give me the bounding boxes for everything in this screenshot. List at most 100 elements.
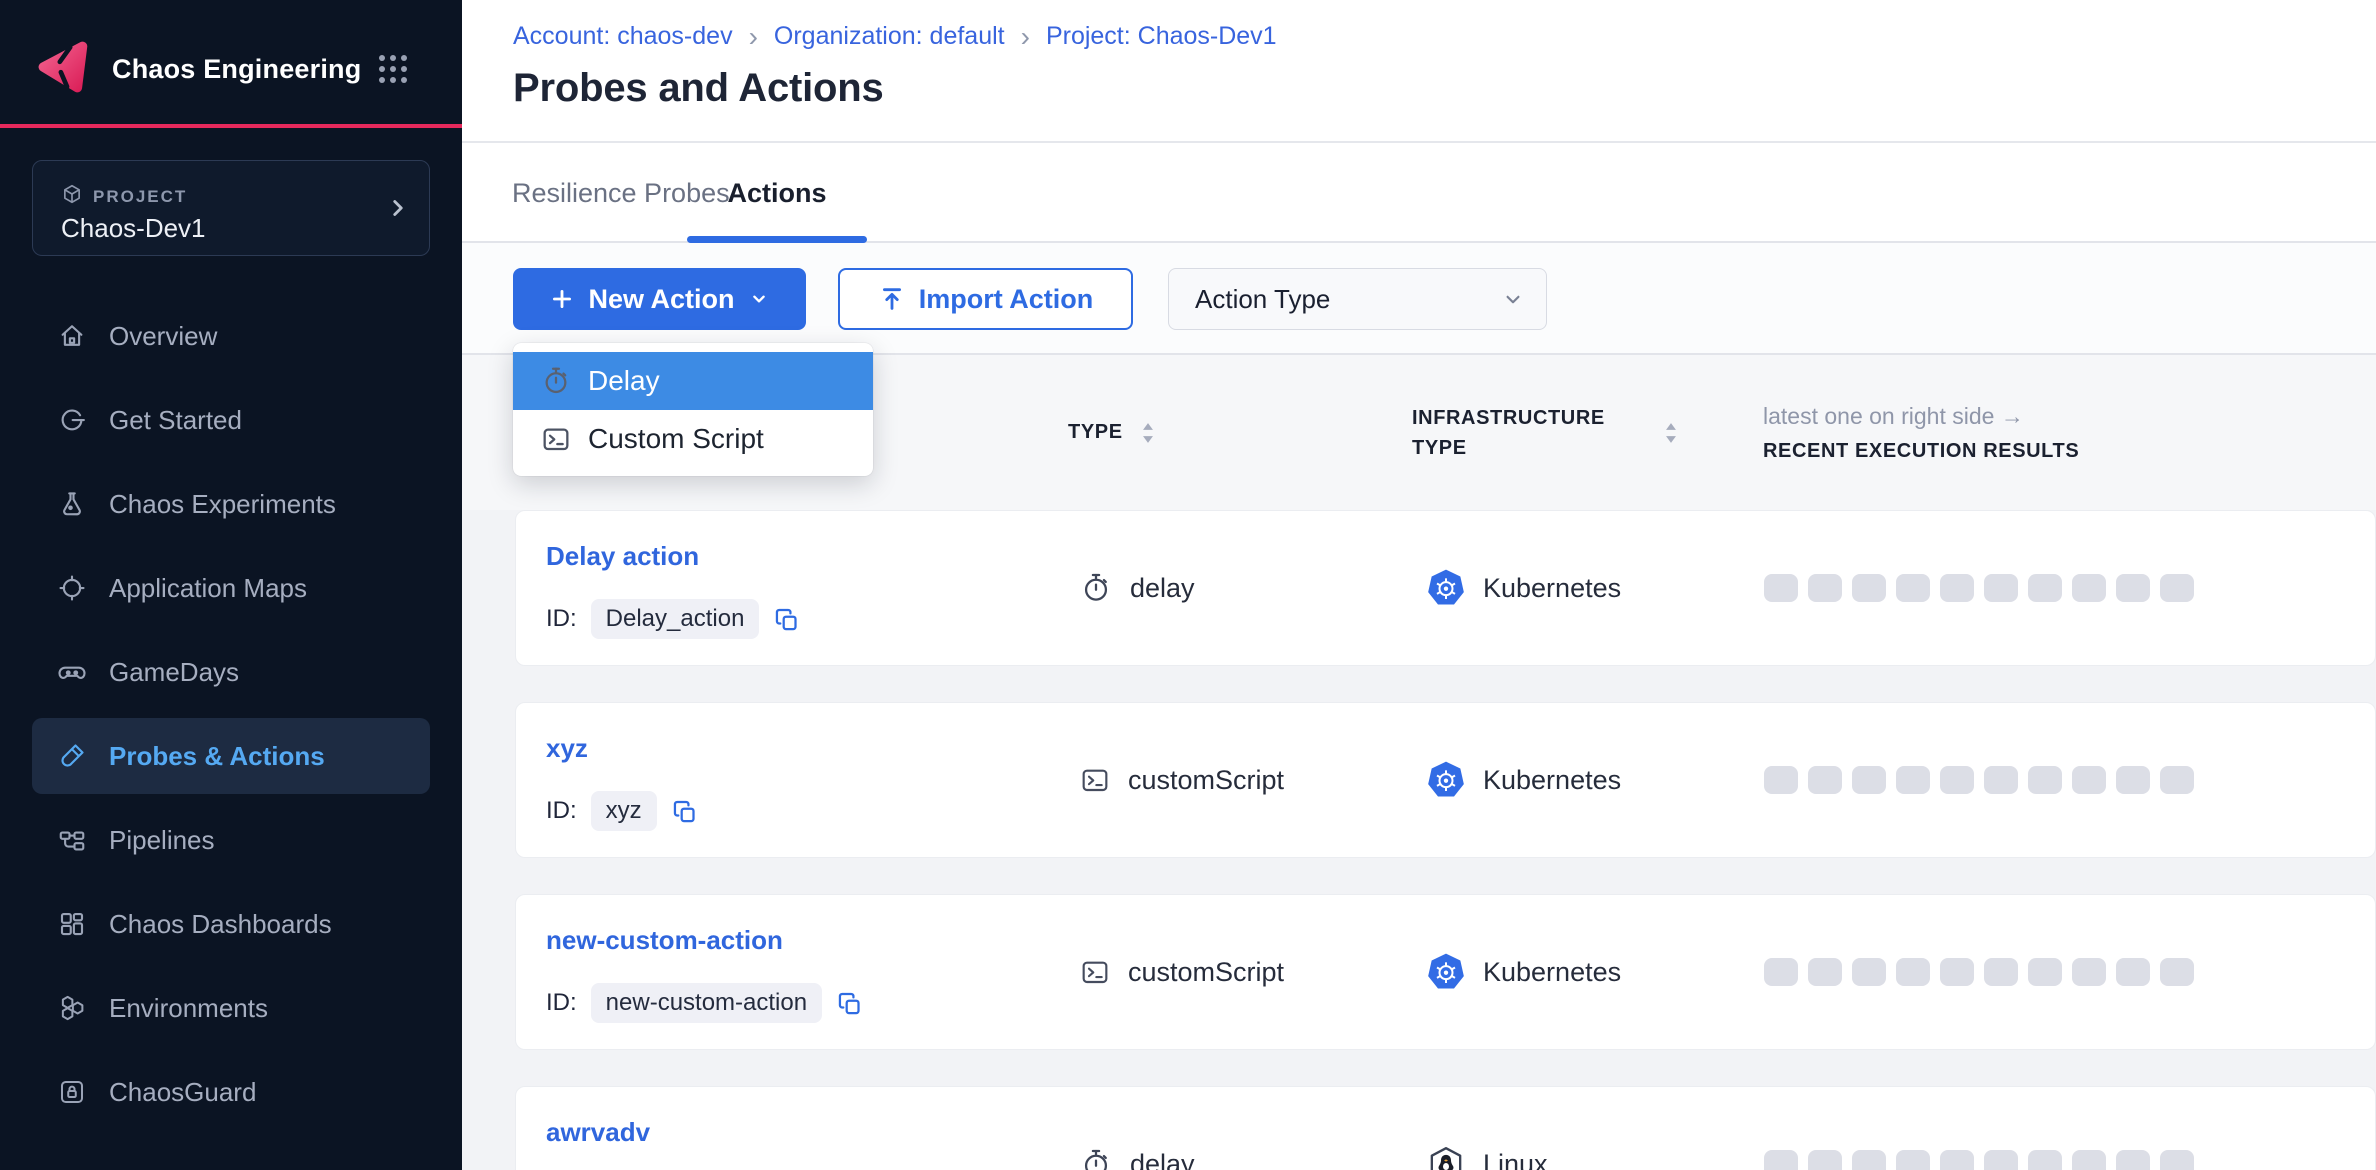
terminal-icon [1079, 764, 1111, 796]
action-id-row: ID: xyz [546, 791, 698, 831]
action-name-link[interactable]: awrvadv [546, 1117, 650, 1148]
harness-chaos-logo-icon[interactable] [36, 40, 94, 94]
copy-icon[interactable] [773, 606, 800, 633]
new-action-dropdown-menu: Delay Custom Script [513, 343, 873, 476]
sidebar-item-label: GameDays [109, 657, 239, 688]
flask-icon [57, 489, 87, 519]
sidebar-item-chaos-experiments[interactable]: Chaos Experiments [32, 466, 430, 542]
project-name: Chaos-Dev1 [61, 213, 206, 244]
type-cell: delay [1079, 1087, 1195, 1170]
infrastructure-cell: Kubernetes [1426, 895, 1621, 1049]
sidebar-item-label: Pipelines [109, 825, 215, 856]
get-started-icon [57, 405, 87, 435]
infrastructure-value: Kubernetes [1483, 573, 1621, 604]
sidebar-item-chaos-dashboards[interactable]: Chaos Dashboards [32, 886, 430, 962]
infrastructure-value: Kubernetes [1483, 957, 1621, 988]
column-header-infrastructure-type: INFRASTRUCTURE TYPE [1412, 355, 1680, 510]
action-id-value: xyz [591, 791, 657, 831]
menu-item-label: Custom Script [588, 423, 764, 455]
main-content: Account: chaos-dev › Organization: defau… [462, 0, 2376, 1170]
action-id-row: ID: Delay_action [546, 599, 800, 639]
id-label: ID: [546, 797, 577, 825]
sidebar-item-get-started[interactable]: Get Started [32, 382, 430, 458]
terminal-icon [1079, 956, 1111, 988]
sidebar-item-label: Chaos Experiments [109, 489, 336, 520]
recent-execution-placeholders [1764, 958, 2194, 986]
action-type-value: Action Type [1195, 284, 1330, 315]
kubernetes-icon [1426, 952, 1466, 992]
app-title: Chaos Engineering [112, 54, 361, 85]
new-action-button[interactable]: New Action [513, 268, 806, 330]
type-value: customScript [1128, 957, 1284, 988]
column-header-infrastructure-label: INFRASTRUCTURE TYPE [1412, 403, 1632, 463]
copy-icon[interactable] [836, 990, 863, 1017]
type-value: customScript [1128, 765, 1284, 796]
recent-execution-placeholders [1764, 1150, 2194, 1170]
breadcrumb: Account: chaos-dev › Organization: defau… [513, 22, 1277, 51]
type-cell: customScript [1079, 895, 1284, 1049]
breadcrumb-account-link[interactable]: Account: chaos-dev [513, 22, 733, 51]
breadcrumb-separator: › [749, 23, 758, 51]
sidebar-item-probes-actions[interactable]: Probes & Actions [32, 718, 430, 794]
import-action-label: Import Action [919, 284, 1094, 315]
action-id-value: new-custom-action [591, 983, 822, 1023]
copy-icon[interactable] [671, 798, 698, 825]
latest-hint-text: latest one on right side → [1763, 403, 2024, 430]
id-label: ID: [546, 989, 577, 1017]
sort-icon[interactable] [1662, 420, 1680, 446]
type-value: delay [1130, 1149, 1195, 1170]
project-selector[interactable]: PROJECT Chaos-Dev1 [32, 160, 430, 256]
sidebar-item-chaosguard[interactable]: ChaosGuard [32, 1054, 430, 1130]
sidebar-item-gamedays[interactable]: GameDays [32, 634, 430, 710]
sort-icon[interactable] [1139, 420, 1157, 446]
table-row: xyz ID: xyz customScript [515, 702, 2376, 858]
dashboards-icon [57, 909, 87, 939]
breadcrumb-project-link[interactable]: Project: Chaos-Dev1 [1046, 22, 1277, 51]
sidebar: Chaos Engineering PROJECT Chaos-Dev1 Ove… [0, 0, 462, 1170]
sidebar-item-label: ChaosGuard [109, 1077, 256, 1108]
table-row: awrvadv delay Linux [515, 1086, 2376, 1170]
pipelines-icon [57, 825, 87, 855]
sidebar-item-label: Chaos Dashboards [109, 909, 332, 940]
action-id-value: Delay_action [591, 599, 760, 639]
type-cell: delay [1079, 511, 1195, 665]
action-name-link[interactable]: Delay action [546, 541, 699, 572]
cube-icon [61, 183, 83, 205]
tabs: Resilience Probes Actions [462, 143, 2376, 243]
menu-item-label: Delay [588, 365, 660, 397]
type-value: delay [1130, 573, 1195, 604]
import-action-button[interactable]: Import Action [838, 268, 1133, 330]
app-switcher-grid-icon[interactable] [376, 52, 410, 86]
action-name-link[interactable]: new-custom-action [546, 925, 783, 956]
menu-item-delay[interactable]: Delay [513, 352, 873, 410]
sidebar-item-label: Overview [109, 321, 217, 352]
action-type-select[interactable]: Action Type [1168, 268, 1547, 330]
target-icon [57, 573, 87, 603]
breadcrumb-organization-link[interactable]: Organization: default [774, 22, 1005, 51]
sidebar-item-pipelines[interactable]: Pipelines [32, 802, 430, 878]
page-title: Probes and Actions [513, 66, 884, 111]
chevron-right-icon [385, 195, 411, 221]
sidebar-item-environments[interactable]: Environments [32, 970, 430, 1046]
sidebar-item-label: Environments [109, 993, 268, 1024]
project-label: PROJECT [93, 187, 187, 207]
infrastructure-cell: Kubernetes [1426, 511, 1621, 665]
gamepad-icon [57, 657, 87, 687]
recent-execution-placeholders [1764, 766, 2194, 794]
action-name-link[interactable]: xyz [546, 733, 588, 764]
kubernetes-icon [1426, 760, 1466, 800]
menu-item-custom-script[interactable]: Custom Script [513, 410, 873, 468]
active-tab-underline [687, 236, 867, 243]
sidebar-item-application-maps[interactable]: Application Maps [32, 550, 430, 626]
toolbar: New Action Import Action Action Type [462, 243, 2376, 355]
infrastructure-cell: Kubernetes [1426, 703, 1621, 857]
sidebar-item-label: Application Maps [109, 573, 307, 604]
tab-actions[interactable]: Actions [687, 143, 867, 243]
brand-divider [0, 124, 462, 128]
stopwatch-icon [540, 365, 572, 397]
test-tube-icon [57, 741, 87, 771]
import-icon [878, 285, 906, 313]
plus-icon [549, 286, 575, 312]
column-header-recent-label: RECENT EXECUTION RESULTS [1763, 440, 2079, 463]
sidebar-item-overview[interactable]: Overview [32, 298, 430, 374]
